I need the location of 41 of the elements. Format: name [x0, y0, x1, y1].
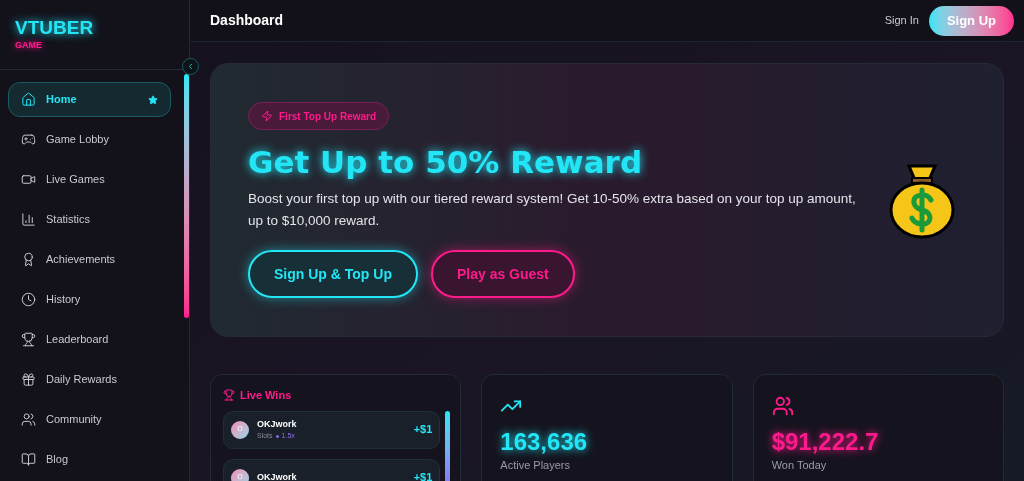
bar-chart-icon	[21, 212, 36, 227]
gift-icon	[21, 372, 36, 387]
lightning-icon	[261, 110, 273, 122]
clock-icon	[21, 292, 36, 307]
hero-title: Get Up to 50% Reward	[248, 143, 643, 182]
sign-up-top-up-button[interactable]: Sign Up & Top Up	[248, 250, 418, 298]
sidebar-item[interactable]: Statistics	[8, 202, 171, 237]
sidebar-item[interactable]: History	[8, 282, 171, 317]
player-name: OKJwork	[257, 470, 298, 481]
hero-description: Boost your first top up with our tiered reward system! Get 10-50% extra based on your top up amount, up to $10,000 reward.	[248, 190, 857, 230]
trophy-icon	[223, 389, 235, 402]
player-name: OKJwork	[257, 417, 298, 431]
sidebar-item[interactable]: Leaderboard	[8, 322, 171, 357]
users-icon	[21, 412, 36, 427]
sign-in-link[interactable]: Sign In	[884, 12, 919, 29]
win-amount: +$1	[413, 422, 433, 438]
stat-label: Active Players	[500, 458, 571, 473]
sidebar-item[interactable]: Achievements	[8, 242, 171, 277]
page-title: Dashboard	[210, 11, 284, 30]
sidebar-item[interactable]: Home	[8, 82, 171, 117]
scrollbar	[445, 410, 451, 481]
home-icon	[21, 92, 36, 107]
book-icon	[21, 452, 36, 467]
stat-value: 163,636	[500, 427, 588, 457]
sidebar-item[interactable]: Blog	[8, 442, 171, 477]
live-wins-title: Live Wins	[240, 388, 292, 403]
trophy-icon	[21, 332, 36, 347]
gamepad-icon	[21, 132, 36, 147]
play-as-guest-button[interactable]: Play as Guest	[430, 250, 575, 298]
stat-label: Won Today	[771, 458, 827, 473]
sidebar-item[interactable]: Daily Rewards	[8, 362, 171, 397]
sidebar-item[interactable]: Game Lobby	[8, 122, 171, 157]
logo-subtitle: GAME	[15, 39, 43, 52]
sidebar-item[interactable]: Live Games	[8, 162, 171, 197]
video-camera-icon	[21, 172, 36, 187]
sidebar-item[interactable]: Community	[8, 402, 171, 437]
chevron-left-icon	[186, 62, 195, 71]
reward-badge: First Top Up Reward	[248, 102, 390, 130]
logo-title: VTUBER	[15, 17, 95, 39]
award-ribbon-icon	[21, 252, 36, 267]
stat-value: $91,222.7	[771, 427, 879, 457]
